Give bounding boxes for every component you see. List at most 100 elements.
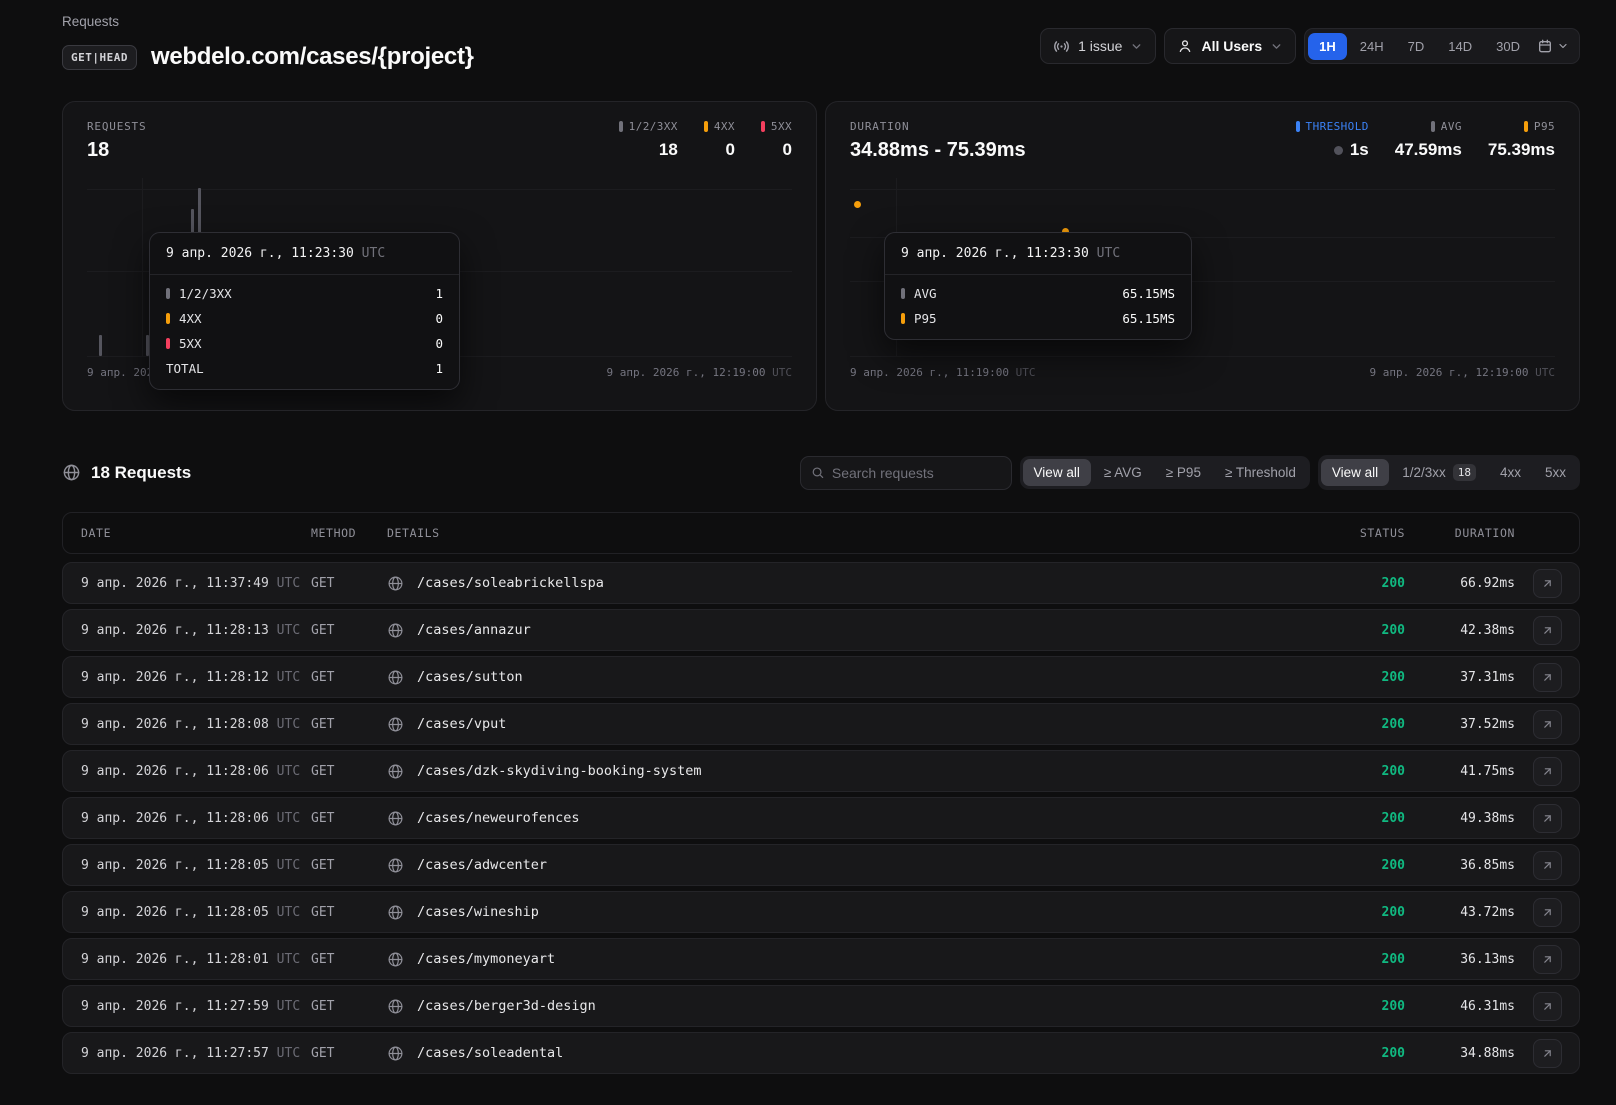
breadcrumb[interactable]: Requests bbox=[62, 14, 474, 29]
arrow-up-right-icon bbox=[1541, 671, 1554, 684]
row-status: 200 bbox=[1315, 952, 1405, 967]
globe-icon bbox=[387, 763, 404, 780]
open-request-button[interactable] bbox=[1533, 1039, 1562, 1068]
row-duration: 49.38ms bbox=[1405, 811, 1515, 826]
calendar-icon bbox=[1537, 38, 1553, 54]
table-row[interactable]: 9 апр. 2026 г., 11:37:49 UTCGET/cases/so… bbox=[62, 562, 1580, 604]
duration-chart-card: DURATION 34.88ms - 75.39ms THRESHOLD 1s … bbox=[825, 101, 1580, 411]
legend-p95: P95 75.39ms bbox=[1488, 120, 1555, 160]
duration-range: 34.88ms - 75.39ms bbox=[850, 139, 1026, 162]
topbar: Requests GET|HEAD webdelo.com/cases/{pro… bbox=[62, 14, 1580, 71]
filter-gte-threshold[interactable]: ≥ Threshold bbox=[1214, 459, 1307, 486]
chevron-down-icon bbox=[1557, 40, 1569, 52]
table-row[interactable]: 9 апр. 2026 г., 11:28:05 UTCGET/cases/wi… bbox=[62, 891, 1580, 933]
table-row[interactable]: 9 апр. 2026 г., 11:28:08 UTCGET/cases/vp… bbox=[62, 703, 1580, 745]
legend-threshold: THRESHOLD 1s bbox=[1296, 120, 1369, 160]
table-row[interactable]: 9 апр. 2026 г., 11:28:12 UTCGET/cases/su… bbox=[62, 656, 1580, 698]
row-duration: 34.88ms bbox=[1405, 1046, 1515, 1061]
row-date: 9 апр. 2026 г., 11:28:12 UTC bbox=[81, 670, 311, 685]
open-request-button[interactable] bbox=[1533, 616, 1562, 645]
globe-icon bbox=[387, 575, 404, 592]
range-7d[interactable]: 7D bbox=[1397, 33, 1436, 60]
filter-view-all-duration[interactable]: View all bbox=[1023, 459, 1091, 486]
row-status: 200 bbox=[1315, 764, 1405, 779]
row-method: GET bbox=[311, 858, 387, 873]
duration-card-label: DURATION bbox=[850, 120, 1026, 133]
row-status: 200 bbox=[1315, 1046, 1405, 1061]
row-duration: 43.72ms bbox=[1405, 905, 1515, 920]
filter-123xx[interactable]: 1/2/3xx 18 bbox=[1391, 458, 1487, 487]
range-1h[interactable]: 1H bbox=[1308, 33, 1347, 60]
open-request-button[interactable] bbox=[1533, 663, 1562, 692]
row-status: 200 bbox=[1315, 670, 1405, 685]
row-date: 9 апр. 2026 г., 11:28:05 UTC bbox=[81, 905, 311, 920]
filter-5xx[interactable]: 5xx bbox=[1534, 459, 1577, 486]
table-row[interactable]: 9 апр. 2026 г., 11:28:06 UTCGET/cases/dz… bbox=[62, 750, 1580, 792]
table-row[interactable]: 9 апр. 2026 г., 11:28:05 UTCGET/cases/ad… bbox=[62, 844, 1580, 886]
col-method: METHOD bbox=[311, 526, 387, 540]
requests-list-header: 18 Requests View all ≥ AVG ≥ P95 ≥ Thres… bbox=[62, 455, 1580, 490]
time-range-group: 1H 24H 7D 14D 30D bbox=[1304, 28, 1580, 64]
globe-icon bbox=[387, 998, 404, 1015]
filter-4xx[interactable]: 4xx bbox=[1489, 459, 1532, 486]
range-30d[interactable]: 30D bbox=[1485, 33, 1531, 60]
table-row[interactable]: 9 апр. 2026 г., 11:27:57 UTCGET/cases/so… bbox=[62, 1032, 1580, 1074]
open-request-button[interactable] bbox=[1533, 757, 1562, 786]
open-request-button[interactable] bbox=[1533, 945, 1562, 974]
arrow-up-right-icon bbox=[1541, 765, 1554, 778]
users-dropdown[interactable]: All Users bbox=[1164, 28, 1296, 64]
open-request-button[interactable] bbox=[1533, 851, 1562, 880]
duration-chart-tooltip: 9 апр. 2026 г., 11:23:30 UTC AVG 65.15MS… bbox=[884, 232, 1192, 340]
open-request-button[interactable] bbox=[1533, 710, 1562, 739]
row-details: /cases/dzk-skydiving-booking-system bbox=[387, 763, 1315, 780]
open-request-button[interactable] bbox=[1533, 569, 1562, 598]
range-24h[interactable]: 24H bbox=[1349, 33, 1395, 60]
chevron-down-icon bbox=[1270, 40, 1283, 53]
date-picker-button[interactable] bbox=[1533, 34, 1573, 58]
arrow-up-right-icon bbox=[1541, 1000, 1554, 1013]
row-status: 200 bbox=[1315, 576, 1405, 591]
globe-icon bbox=[387, 810, 404, 827]
search-requests[interactable] bbox=[800, 456, 1012, 490]
row-details: /cases/soleabrickellspa bbox=[387, 575, 1315, 592]
filter-view-all-status[interactable]: View all bbox=[1321, 459, 1389, 486]
row-method: GET bbox=[311, 670, 387, 685]
globe-icon bbox=[387, 622, 404, 639]
table-header: DATE METHOD DETAILS STATUS DURATION bbox=[62, 512, 1580, 554]
table-row[interactable]: 9 апр. 2026 г., 11:28:13 UTCGET/cases/an… bbox=[62, 609, 1580, 651]
filter-gte-p95[interactable]: ≥ P95 bbox=[1155, 459, 1212, 486]
row-method: GET bbox=[311, 576, 387, 591]
requests-card-label: REQUESTS bbox=[87, 120, 146, 133]
request-bar bbox=[99, 335, 102, 356]
row-method: GET bbox=[311, 952, 387, 967]
row-date: 9 апр. 2026 г., 11:28:06 UTC bbox=[81, 764, 311, 779]
row-duration: 46.31ms bbox=[1405, 999, 1515, 1014]
table-row[interactable]: 9 апр. 2026 г., 11:27:59 UTCGET/cases/be… bbox=[62, 985, 1580, 1027]
arrow-up-right-icon bbox=[1541, 859, 1554, 872]
table-row[interactable]: 9 апр. 2026 г., 11:28:06 UTCGET/cases/ne… bbox=[62, 797, 1580, 839]
open-request-button[interactable] bbox=[1533, 804, 1562, 833]
issues-dropdown[interactable]: 1 issue bbox=[1040, 28, 1156, 64]
requests-page: Requests GET|HEAD webdelo.com/cases/{pro… bbox=[0, 0, 1616, 1074]
range-14d[interactable]: 14D bbox=[1437, 33, 1483, 60]
filter-gte-avg[interactable]: ≥ AVG bbox=[1093, 459, 1153, 486]
search-input[interactable] bbox=[832, 465, 1001, 481]
chart-cards: REQUESTS 18 1/2/3XX 18 4XX 0 5XX 0 bbox=[62, 101, 1580, 411]
globe-icon bbox=[387, 1045, 404, 1062]
table-row[interactable]: 9 апр. 2026 г., 11:28:01 UTCGET/cases/my… bbox=[62, 938, 1580, 980]
row-status: 200 bbox=[1315, 623, 1405, 638]
globe-icon bbox=[387, 716, 404, 733]
open-request-button[interactable] bbox=[1533, 898, 1562, 927]
row-date: 9 апр. 2026 г., 11:27:59 UTC bbox=[81, 999, 311, 1014]
globe-icon bbox=[62, 463, 81, 482]
open-request-button[interactable] bbox=[1533, 992, 1562, 1021]
globe-icon bbox=[387, 904, 404, 921]
arrow-up-right-icon bbox=[1541, 718, 1554, 731]
row-duration: 41.75ms bbox=[1405, 764, 1515, 779]
row-status: 200 bbox=[1315, 858, 1405, 873]
duration-legend: THRESHOLD 1s AVG 47.59ms P95 75.39ms bbox=[1296, 120, 1555, 160]
arrow-up-right-icon bbox=[1541, 624, 1554, 637]
row-method: GET bbox=[311, 905, 387, 920]
user-icon bbox=[1177, 38, 1193, 54]
tooltip-row-123xx: 1/2/3XX 1 bbox=[166, 286, 443, 301]
